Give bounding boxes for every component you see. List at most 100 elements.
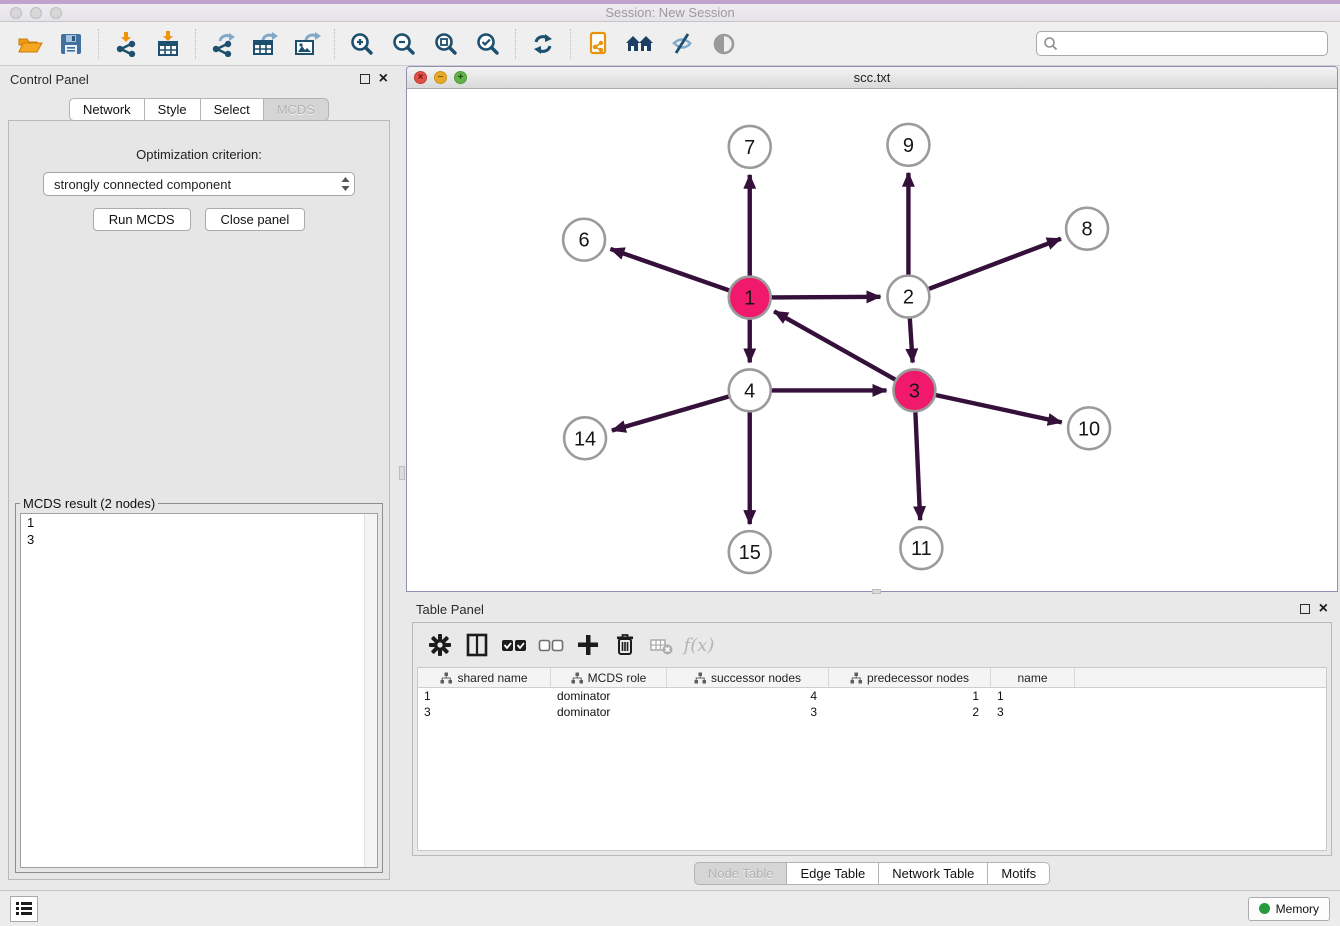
node-6[interactable]: 6 [563, 219, 605, 261]
zoom-out-button[interactable] [383, 26, 425, 62]
edge-3-to-10[interactable] [935, 395, 1062, 423]
deselect-all-columns-button[interactable] [536, 629, 566, 661]
float-table-panel-icon[interactable] [1300, 604, 1310, 614]
import-network-button[interactable] [105, 26, 147, 62]
create-column-button[interactable] [573, 629, 603, 661]
node-4[interactable]: 4 [729, 369, 771, 411]
table-tab-network-table[interactable]: Network Table [879, 862, 988, 885]
cell-successor-nodes[interactable]: 3 [667, 704, 829, 720]
edge-4-to-14[interactable] [612, 396, 730, 430]
run-mcds-button[interactable]: Run MCDS [93, 208, 191, 231]
new-network-button[interactable] [577, 26, 619, 62]
close-panel-icon[interactable]: × [379, 74, 388, 84]
export-table-icon [251, 31, 279, 57]
float-panel-icon[interactable] [360, 74, 370, 84]
column-header-predecessor-nodes[interactable]: predecessor nodes [829, 668, 991, 687]
close-table-panel-icon[interactable]: × [1319, 604, 1328, 614]
table-row[interactable]: 3dominator323 [418, 704, 1326, 720]
memory-button[interactable]: Memory [1248, 897, 1330, 921]
cell-MCDS-role[interactable]: dominator [551, 688, 667, 704]
tab-network[interactable]: Network [69, 98, 145, 121]
home-button[interactable] [619, 26, 661, 62]
zoom-fit-button[interactable] [425, 26, 467, 62]
hide-details-button[interactable] [661, 26, 703, 62]
node-1[interactable]: 1 [729, 277, 771, 319]
control-panel-tabs: NetworkStyleSelectMCDS [0, 98, 398, 121]
cell-shared-name[interactable]: 3 [418, 704, 551, 720]
cell-shared-name[interactable]: 1 [418, 688, 551, 704]
open-session-button[interactable] [8, 26, 50, 62]
column-header-name[interactable]: name [991, 668, 1075, 687]
show-columns-button[interactable] [462, 629, 492, 661]
table-row[interactable]: 1dominator411 [418, 688, 1326, 704]
zoom-window-button[interactable] [50, 7, 62, 19]
node-3[interactable]: 3 [893, 369, 935, 411]
node-11[interactable]: 11 [900, 527, 942, 569]
node-10[interactable]: 10 [1068, 407, 1110, 449]
column-header-MCDS-role[interactable]: MCDS role [551, 668, 667, 687]
node-14[interactable]: 14 [564, 417, 606, 459]
tab-select[interactable]: Select [201, 98, 264, 121]
import-table-icon [155, 31, 181, 57]
node-15[interactable]: 15 [729, 531, 771, 573]
export-image-icon [293, 31, 321, 57]
zoom-selected-icon [475, 31, 501, 57]
network-maximize-button[interactable]: + [454, 71, 467, 84]
function-builder-button[interactable]: f(x) [684, 629, 714, 661]
zoom-in-button[interactable] [341, 26, 383, 62]
cell-predecessor-nodes[interactable]: 1 [829, 688, 991, 704]
table-settings-button[interactable] [425, 629, 455, 661]
edge-1-to-6[interactable] [610, 249, 730, 291]
node-8[interactable]: 8 [1066, 208, 1108, 250]
minimize-window-button[interactable] [30, 7, 42, 19]
splitter-grip[interactable] [399, 466, 405, 480]
edge-3-to-11[interactable] [915, 411, 920, 520]
network-close-button[interactable]: × [414, 71, 427, 84]
toolbar-separator [195, 29, 196, 59]
export-table-button[interactable] [244, 26, 286, 62]
network-minimize-button[interactable]: − [434, 71, 447, 84]
optimization-criterion-label: Optimization criterion: [9, 147, 389, 162]
table-tab-node-table[interactable]: Node Table [694, 862, 788, 885]
import-table-button[interactable] [147, 26, 189, 62]
cell-name[interactable]: 1 [991, 688, 1075, 704]
close-panel-button[interactable]: Close panel [205, 208, 306, 231]
node-9[interactable]: 9 [887, 124, 929, 166]
save-session-button[interactable] [50, 26, 92, 62]
network-graph[interactable]: 7 9 6 8 1 2 4 3 14 10 15 11 [407, 89, 1337, 591]
tab-mcds[interactable]: MCDS [264, 98, 329, 121]
close-window-button[interactable] [10, 7, 22, 19]
tab-style[interactable]: Style [145, 98, 201, 121]
table-tab-edge-table[interactable]: Edge Table [787, 862, 879, 885]
export-image-button[interactable] [286, 26, 328, 62]
cell-MCDS-role[interactable]: dominator [551, 704, 667, 720]
node-2[interactable]: 2 [887, 276, 929, 318]
edge-2-to-3[interactable] [910, 318, 913, 363]
select-all-columns-button[interactable] [499, 629, 529, 661]
plus-icon [576, 632, 600, 658]
table-tab-motifs[interactable]: Motifs [988, 862, 1050, 885]
edge-1-to-2[interactable] [771, 297, 881, 298]
node-label: 2 [903, 287, 914, 309]
edge-2-to-8[interactable] [928, 239, 1061, 289]
panel-splitter[interactable] [398, 66, 406, 890]
result-scrollbar[interactable] [364, 514, 377, 867]
edge-3-to-1[interactable] [774, 311, 896, 380]
cell-name[interactable]: 3 [991, 704, 1075, 720]
apply-layout-button[interactable] [522, 26, 564, 62]
window-controls [10, 7, 62, 19]
export-network-button[interactable] [202, 26, 244, 62]
column-header-shared-name[interactable]: shared name [418, 668, 551, 687]
delete-column-button[interactable] [610, 629, 640, 661]
network-resize-grip[interactable] [872, 589, 881, 594]
column-header-successor-nodes[interactable]: successor nodes [667, 668, 829, 687]
show-details-button[interactable] [703, 26, 745, 62]
search-input[interactable] [1036, 31, 1328, 56]
cell-predecessor-nodes[interactable]: 2 [829, 704, 991, 720]
node-7[interactable]: 7 [729, 126, 771, 168]
task-history-button[interactable] [10, 896, 38, 922]
criterion-dropdown[interactable]: strongly connected component [43, 172, 355, 196]
delete-table-button[interactable] [647, 629, 677, 661]
cell-successor-nodes[interactable]: 4 [667, 688, 829, 704]
zoom-selected-button[interactable] [467, 26, 509, 62]
